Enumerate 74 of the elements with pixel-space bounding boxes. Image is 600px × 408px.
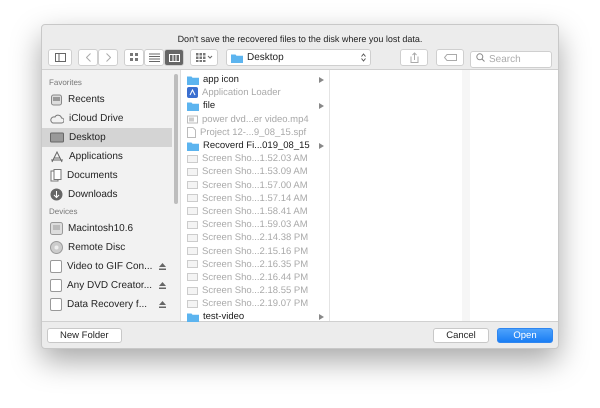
image-file-icon: [187, 154, 198, 163]
tag-icon: [444, 54, 456, 61]
video-file-icon: [187, 114, 198, 124]
disclosure-arrow-icon: [319, 102, 324, 109]
sidebar-item[interactable]: Data Recovery f...: [42, 295, 172, 314]
image-file-icon: [187, 207, 198, 216]
sidebar-item[interactable]: Remote Disc: [42, 238, 172, 257]
folder-icon: [187, 100, 199, 111]
sidebar-item[interactable]: Downloads: [42, 185, 172, 204]
share-button[interactable]: [400, 49, 428, 66]
folder-icon: [231, 52, 243, 62]
download-icon: [50, 188, 63, 201]
sidebar-item[interactable]: Video to GIF Con...: [42, 257, 172, 276]
search-field[interactable]: Search: [470, 51, 552, 68]
image-file-icon: [187, 234, 198, 242]
volume-icon: [50, 298, 62, 311]
icon-view-icon: [130, 53, 138, 62]
document-icon: [187, 126, 196, 138]
image-file-icon: [187, 260, 198, 268]
tag-button[interactable]: [436, 49, 464, 66]
sidebar-section-title: Favorites: [48, 77, 83, 89]
dialog-message: Don't save the recovered files to the disk where you lost data.: [176, 33, 424, 46]
sidebar-item[interactable]: Applications: [42, 147, 172, 166]
grid-chevron-icon: [196, 53, 212, 62]
view-mode-button[interactable]: [144, 49, 164, 66]
column-view-icon: [168, 54, 180, 62]
search-icon: [476, 53, 485, 62]
file-row[interactable]: file: [181, 99, 329, 113]
file-row[interactable]: app icon: [181, 73, 329, 86]
image-file-icon: [187, 300, 198, 308]
sidebar-item[interactable]: Recents: [42, 90, 172, 109]
disclosure-arrow-icon: [319, 76, 324, 83]
arrange-button[interactable]: [190, 49, 218, 66]
sidebar-section-title: Devices: [48, 206, 78, 218]
sidebar-item[interactable]: Desktop: [42, 128, 172, 147]
image-file-icon: [187, 286, 198, 295]
folder-icon: [187, 74, 199, 85]
share-icon: [410, 52, 418, 63]
dialog-button[interactable]: New Folder: [47, 328, 122, 342]
image-file-icon: [187, 220, 198, 229]
folder-icon: [187, 140, 199, 151]
desktop-icon: [50, 132, 64, 143]
sidebar-item[interactable]: Documents: [42, 166, 172, 185]
sidebar-icon: [54, 53, 66, 62]
sidebar-item[interactable]: iCloud Drive: [42, 109, 172, 128]
view-mode-button[interactable]: [124, 49, 144, 66]
volume-icon: [50, 279, 62, 292]
updown-chevron-icon: [361, 53, 366, 62]
app-icon: [187, 87, 198, 98]
sidebar-item[interactable]: Any DVD Creator...: [42, 276, 172, 295]
chevron-left-icon: [86, 53, 90, 62]
sidebar-item[interactable]: Macintosh10.6: [42, 219, 172, 238]
image-file-icon: [187, 181, 198, 190]
image-file-icon: [187, 194, 198, 202]
location-popup[interactable]: Desktop: [226, 49, 371, 66]
sidebar-toggle-button[interactable]: [48, 49, 72, 66]
applications-icon: [50, 150, 64, 162]
view-mode-button[interactable]: [164, 49, 184, 66]
image-file-icon: [187, 168, 198, 176]
chevron-right-icon: [106, 53, 110, 62]
disc-icon: [50, 241, 63, 254]
cloud-icon: [50, 114, 64, 124]
file-row[interactable]: Recoverd Fi...019_08_15: [181, 138, 329, 152]
documents-icon: [50, 169, 62, 182]
dialog-button[interactable]: Cancel: [433, 328, 489, 342]
disclosure-arrow-icon: [319, 314, 324, 320]
disclosure-arrow-icon: [319, 142, 324, 149]
scrollbar[interactable]: [174, 74, 178, 204]
list-view-icon: [148, 53, 160, 62]
image-file-icon: [187, 273, 198, 282]
image-file-icon: [187, 247, 198, 256]
folder-icon: [187, 312, 199, 322]
file-row[interactable]: test-video: [181, 310, 329, 324]
volume-icon: [50, 260, 62, 273]
